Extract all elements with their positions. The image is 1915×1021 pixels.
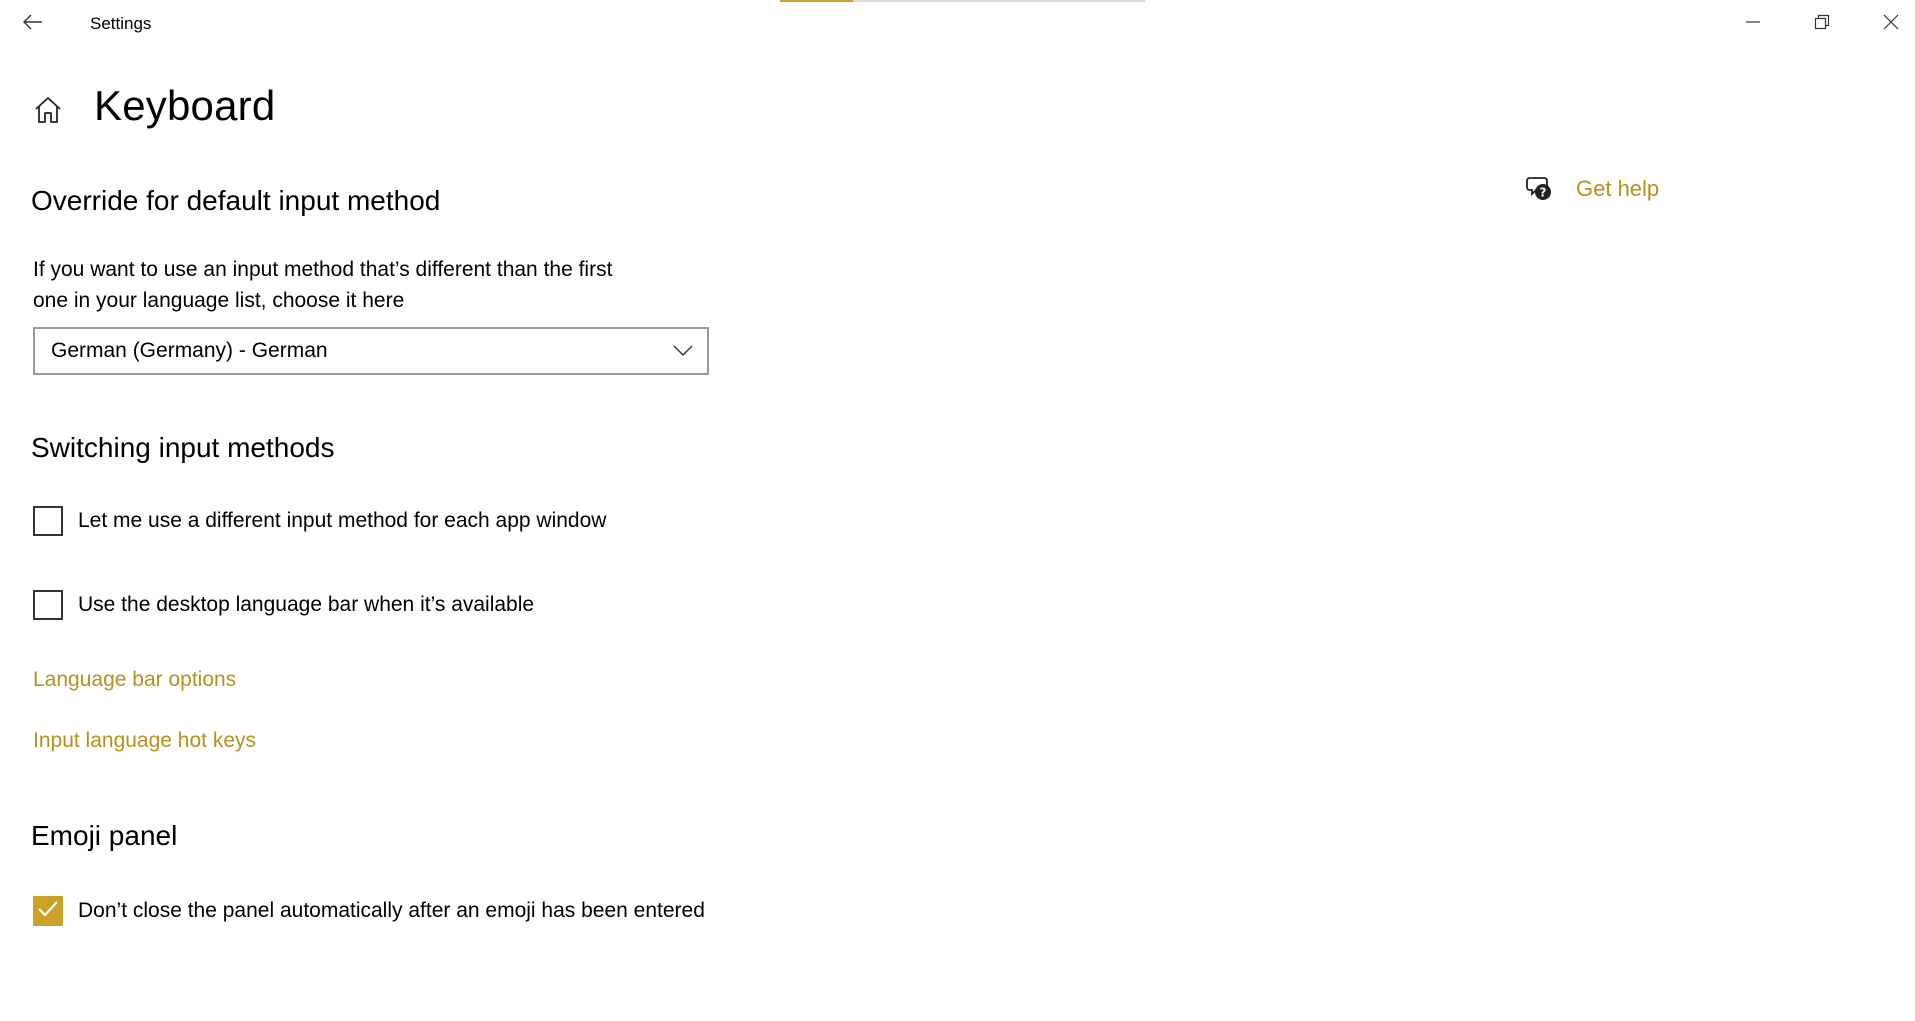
close-icon	[1883, 14, 1899, 35]
home-icon[interactable]	[31, 93, 65, 127]
desktop-language-bar-label: Use the desktop language bar when it’s a…	[78, 593, 535, 616]
language-bar-options-link[interactable]: Language bar options	[33, 668, 236, 692]
per-app-input-method-checkbox-row[interactable]: Let me use a different input method for …	[33, 506, 606, 536]
restore-button[interactable]	[1788, 0, 1856, 48]
desktop-language-bar-checkbox-row[interactable]: Use the desktop language bar when it’s a…	[33, 590, 534, 620]
override-description-line2: one in your language list, choose it her…	[33, 289, 405, 312]
emoji-dont-close-label: Don’t close the panel automatically afte…	[78, 899, 705, 922]
emoji-dont-close-checkbox[interactable]	[33, 896, 63, 926]
svg-text:?: ?	[1540, 186, 1547, 200]
checkmark-icon	[37, 900, 59, 923]
close-button[interactable]	[1857, 0, 1915, 48]
input-method-dropdown[interactable]: German (Germany) - German	[33, 327, 709, 375]
desktop-language-bar-checkbox[interactable]	[33, 590, 63, 620]
switching-section-title: Switching input methods	[31, 432, 335, 463]
help-chat-icon: ?	[1526, 175, 1554, 203]
override-description-line1: If you want to use an input method that’…	[33, 258, 613, 281]
restore-icon	[1814, 14, 1830, 35]
get-help-label: Get help	[1576, 176, 1660, 201]
override-section-title: Override for default input method	[31, 185, 441, 216]
input-method-selected-value: German (Germany) - German	[51, 339, 328, 362]
get-help-link[interactable]: ? Get help	[1526, 175, 1659, 203]
minimize-button[interactable]	[1719, 0, 1787, 48]
back-button[interactable]	[14, 8, 52, 40]
per-app-input-method-checkbox[interactable]	[33, 506, 63, 536]
window-title: Settings	[90, 14, 152, 33]
minimize-icon	[1745, 14, 1761, 35]
override-description: If you want to use an input method that’…	[33, 254, 733, 316]
per-app-input-method-label: Let me use a different input method for …	[78, 509, 607, 532]
input-language-hot-keys-link[interactable]: Input language hot keys	[33, 729, 256, 753]
chevron-down-icon	[673, 341, 693, 361]
loading-progress-fill	[780, 0, 853, 2]
emoji-section-title: Emoji panel	[31, 820, 178, 851]
title-bar: Settings	[0, 0, 1915, 48]
back-arrow-icon	[23, 14, 43, 35]
emoji-dont-close-checkbox-row[interactable]: Don’t close the panel automatically afte…	[33, 896, 705, 926]
page-title: Keyboard	[94, 82, 276, 129]
loading-progress-bar	[780, 0, 1145, 2]
